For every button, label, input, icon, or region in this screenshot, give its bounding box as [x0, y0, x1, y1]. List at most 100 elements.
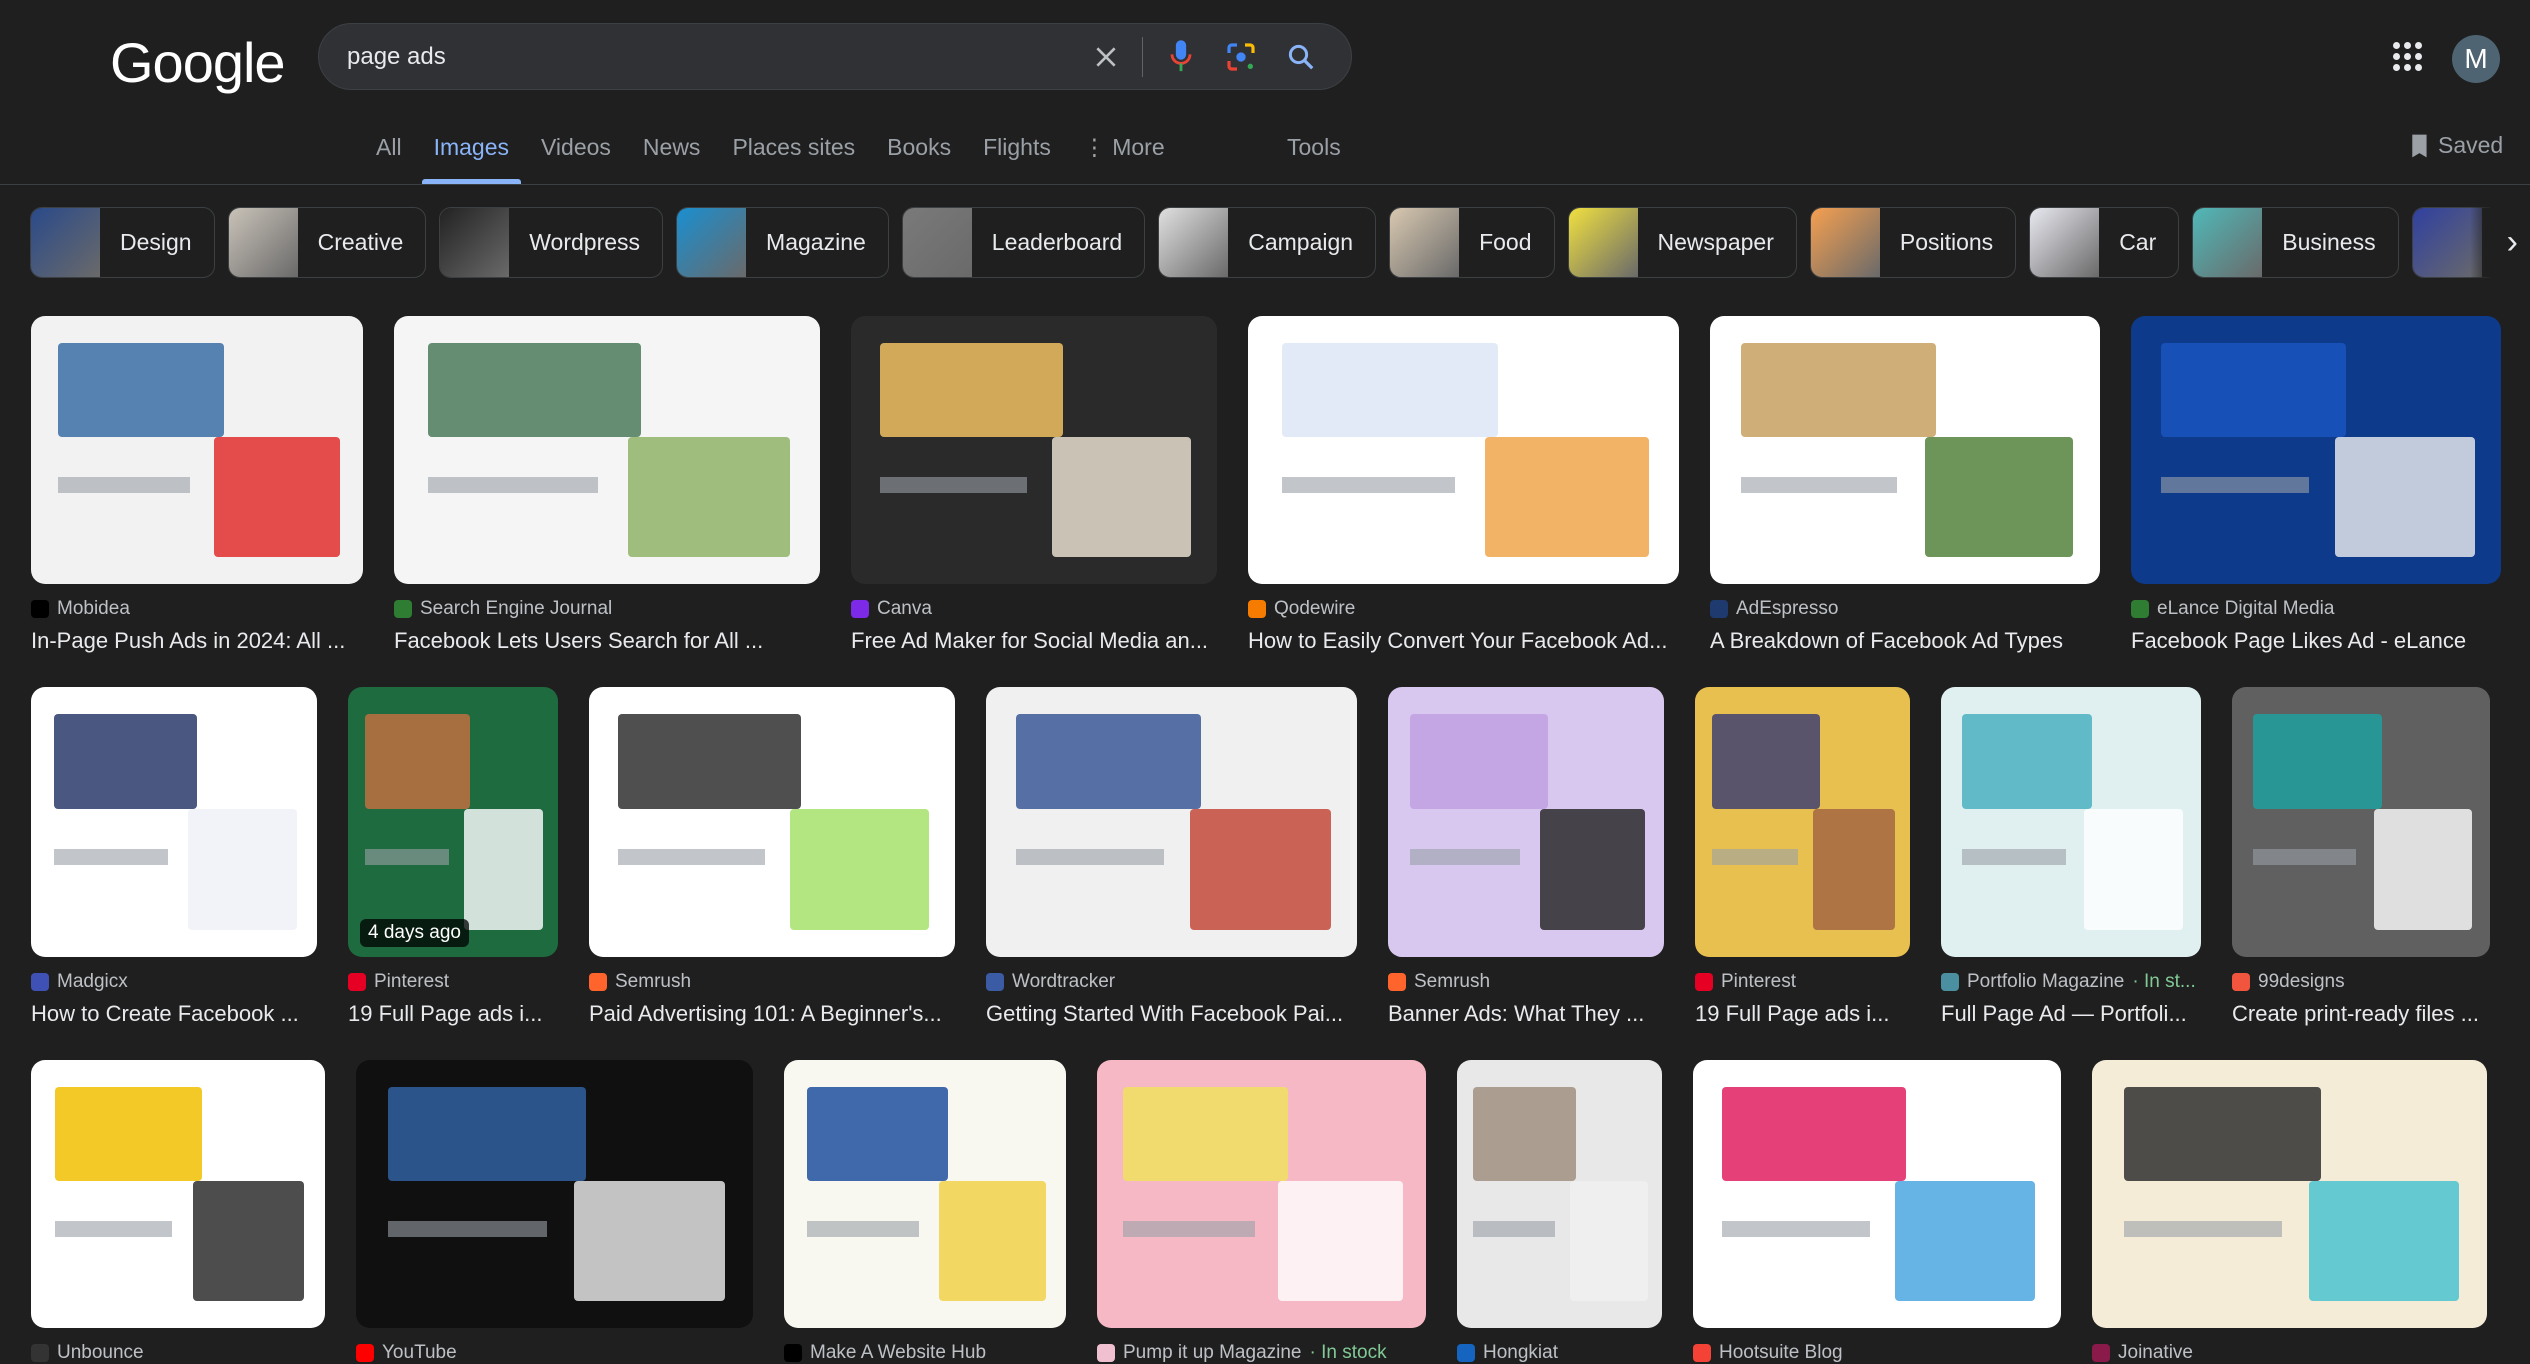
clear-icon[interactable]: [1084, 35, 1128, 79]
tab-more[interactable]: ⋮ More: [1067, 134, 1181, 184]
result-source[interactable]: Pinterest: [348, 971, 558, 993]
result-thumbnail[interactable]: [1097, 1060, 1426, 1328]
result-title[interactable]: Full Page Ad — Portfoli...: [1941, 1001, 2201, 1027]
result-thumbnail[interactable]: [1457, 1060, 1662, 1328]
image-result[interactable]: Hongkiat: [1457, 1060, 1662, 1364]
result-thumbnail[interactable]: [2232, 687, 2490, 957]
image-result[interactable]: Qodewire How to Easily Convert Your Faceb…: [1248, 316, 1679, 654]
image-result[interactable]: Wordtracker Getting Started With Facebook…: [986, 687, 1357, 1027]
result-source[interactable]: Pump it up Magazine · In stock: [1097, 1342, 1426, 1364]
result-thumbnail[interactable]: [589, 687, 955, 957]
saved-button[interactable]: Saved: [2408, 132, 2503, 159]
result-source[interactable]: Mobidea: [31, 598, 363, 620]
result-source[interactable]: Madgicx: [31, 971, 317, 993]
tab-flights[interactable]: Flights: [967, 134, 1067, 184]
image-result[interactable]: eLance Digital Media Facebook Page Likes …: [2131, 316, 2501, 654]
result-source[interactable]: Hootsuite Blog: [1693, 1342, 2061, 1364]
result-title[interactable]: Free Ad Maker for Social Media an...: [851, 628, 1217, 654]
chip-campaign[interactable]: Campaign: [1158, 207, 1377, 278]
tab-placessites[interactable]: Places sites: [716, 134, 871, 184]
result-title[interactable]: How to Create Facebook ...: [31, 1001, 317, 1027]
chip-design[interactable]: Design: [30, 207, 215, 278]
result-title[interactable]: In-Page Push Ads in 2024: All ...: [31, 628, 363, 654]
result-thumbnail[interactable]: [2131, 316, 2501, 584]
search-input[interactable]: [347, 42, 1068, 71]
image-result[interactable]: YouTube: [356, 1060, 753, 1364]
result-title[interactable]: Facebook Lets Users Search for All ...: [394, 628, 820, 654]
google-logo[interactable]: Google: [110, 30, 286, 95]
result-source[interactable]: AdEspresso: [1710, 598, 2100, 620]
result-title[interactable]: 19 Full Page ads i...: [1695, 1001, 1910, 1027]
result-thumbnail[interactable]: [986, 687, 1357, 957]
image-result[interactable]: Hootsuite Blog: [1693, 1060, 2061, 1364]
image-result[interactable]: Portfolio Magazine · In st... Full Page A…: [1941, 687, 2201, 1027]
result-source[interactable]: 99designs: [2232, 971, 2490, 993]
result-thumbnail[interactable]: [394, 316, 820, 584]
chip-creative[interactable]: Creative: [227, 207, 427, 278]
tab-news[interactable]: News: [627, 134, 717, 184]
image-result[interactable]: 99designs Create print-ready files ...: [2232, 687, 2490, 1027]
chip-positions[interactable]: Positions: [1809, 207, 2017, 278]
result-title[interactable]: 19 Full Page ads i...: [348, 1001, 558, 1027]
image-result[interactable]: 4 days ago Pinterest 19 Full Page ads i...: [348, 687, 558, 1027]
result-source[interactable]: Semrush: [589, 971, 955, 993]
chip-newspaper[interactable]: Newspaper: [1567, 207, 1797, 278]
result-thumbnail[interactable]: [1693, 1060, 2061, 1328]
result-thumbnail[interactable]: [1248, 316, 1679, 584]
image-result[interactable]: Mobidea In-Page Push Ads in 2024: All ...: [31, 316, 363, 654]
result-title[interactable]: Banner Ads: What They ...: [1388, 1001, 1664, 1027]
result-source[interactable]: Portfolio Magazine · In st...: [1941, 971, 2201, 993]
result-title[interactable]: Facebook Page Likes Ad - eLance: [2131, 628, 2501, 654]
image-result[interactable]: Unbounce: [31, 1060, 325, 1364]
result-title[interactable]: Paid Advertising 101: A Beginner's...: [589, 1001, 955, 1027]
tools-button[interactable]: Tools: [1287, 134, 1341, 161]
result-thumbnail[interactable]: [1695, 687, 1910, 957]
result-source[interactable]: eLance Digital Media: [2131, 598, 2501, 620]
image-result[interactable]: Joinative: [2092, 1060, 2487, 1364]
image-result[interactable]: AdEspresso A Breakdown of Facebook Ad Typ…: [1710, 316, 2100, 654]
chip-leaderboard[interactable]: Leaderboard: [901, 207, 1146, 278]
result-source[interactable]: Unbounce: [31, 1342, 325, 1364]
result-title[interactable]: A Breakdown of Facebook Ad Types: [1710, 628, 2100, 654]
result-title[interactable]: How to Easily Convert Your Facebook Ad..…: [1248, 628, 1679, 654]
result-source[interactable]: Joinative: [2092, 1342, 2487, 1364]
chip-wordpress[interactable]: Wordpress: [439, 207, 664, 278]
result-thumbnail[interactable]: [1941, 687, 2201, 957]
result-title[interactable]: Create print-ready files ...: [2232, 1001, 2490, 1027]
image-result[interactable]: Pump it up Magazine · In stock: [1097, 1060, 1426, 1364]
tab-books[interactable]: Books: [871, 134, 967, 184]
image-result[interactable]: Pinterest 19 Full Page ads i...: [1695, 687, 1910, 1027]
search-icon[interactable]: [1279, 35, 1323, 79]
tab-all[interactable]: All: [360, 134, 418, 184]
result-source[interactable]: Wordtracker: [986, 971, 1357, 993]
result-thumbnail[interactable]: [851, 316, 1217, 584]
chip-magazine[interactable]: Magazine: [676, 207, 889, 278]
lens-icon[interactable]: [1219, 35, 1263, 79]
tab-images[interactable]: Images: [418, 134, 525, 184]
tab-videos[interactable]: Videos: [525, 134, 627, 184]
result-source[interactable]: Semrush: [1388, 971, 1664, 993]
image-result[interactable]: Semrush Paid Advertising 101: A Beginner'…: [589, 687, 955, 1027]
result-thumbnail[interactable]: [356, 1060, 753, 1328]
microphone-icon[interactable]: [1159, 35, 1203, 79]
result-thumbnail[interactable]: [31, 1060, 325, 1328]
result-source[interactable]: Qodewire: [1248, 598, 1679, 620]
image-result[interactable]: Madgicx How to Create Facebook ...: [31, 687, 317, 1027]
image-result[interactable]: Make A Website Hub: [784, 1060, 1066, 1364]
result-thumbnail[interactable]: [31, 687, 317, 957]
chip-car[interactable]: Car: [2029, 207, 2180, 278]
chevron-right-icon[interactable]: ›: [2470, 207, 2530, 278]
result-thumbnail[interactable]: [2092, 1060, 2487, 1328]
result-title[interactable]: Getting Started With Facebook Pai...: [986, 1001, 1357, 1027]
result-source[interactable]: Pinterest: [1695, 971, 1910, 993]
result-source[interactable]: Hongkiat: [1457, 1342, 1662, 1364]
result-source[interactable]: Search Engine Journal: [394, 598, 820, 620]
result-source[interactable]: Canva: [851, 598, 1217, 620]
image-result[interactable]: Search Engine Journal Facebook Lets Users…: [394, 316, 820, 654]
result-thumbnail[interactable]: [31, 316, 363, 584]
result-thumbnail[interactable]: [784, 1060, 1066, 1328]
chip-food[interactable]: Food: [1389, 207, 1555, 278]
result-source[interactable]: Make A Website Hub: [784, 1342, 1066, 1364]
chip-business[interactable]: Business: [2192, 207, 2399, 278]
apps-grid-icon[interactable]: [2393, 42, 2423, 72]
